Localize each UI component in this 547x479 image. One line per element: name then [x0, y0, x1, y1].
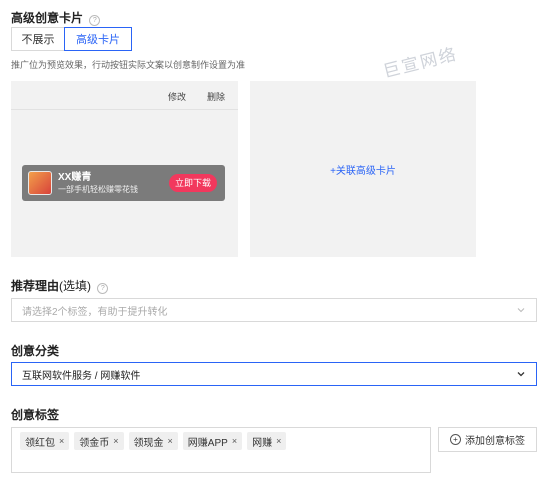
category-select[interactable]: 互联网软件服务 / 网赚软件: [11, 362, 537, 386]
link-advanced-card-button[interactable]: +关联高级卡片: [330, 162, 396, 177]
chevron-down-icon: [517, 308, 525, 313]
tag-item: 领红包 ×: [20, 432, 70, 450]
creative-tags-title: 创意标签: [11, 408, 60, 422]
add-creative-tag-button[interactable]: + 添加创意标签: [438, 427, 537, 452]
tag-label: 领红包: [25, 437, 55, 449]
add-creative-tag-label: 添加创意标签: [465, 436, 525, 447]
tag-label: 领现金: [133, 437, 164, 449]
close-icon[interactable]: ×: [59, 436, 64, 446]
close-icon[interactable]: ×: [232, 436, 237, 446]
advanced-card-title-text: 高级创意卡片: [11, 11, 84, 25]
option-advanced-card-button[interactable]: 高级卡片: [64, 27, 132, 51]
category-title: 创意分类: [11, 344, 60, 358]
recommend-reason-placeholder: 请选择2个标签，有助于提升转化: [22, 306, 168, 318]
chevron-down-icon: [517, 372, 525, 377]
ad-subtitle: 一部手机轻松赚零花钱: [58, 184, 138, 194]
recommend-reason-title-text: 推荐理由: [11, 279, 60, 293]
app-icon: [28, 171, 52, 195]
tag-label: 网赚: [252, 437, 273, 449]
tag-item: 网赚 ×: [247, 432, 287, 450]
link-advanced-card-area[interactable]: +关联高级卡片: [250, 81, 476, 257]
edit-card-link[interactable]: 修改: [168, 90, 186, 103]
download-now-button: 立即下载: [168, 174, 217, 192]
close-icon[interactable]: ×: [113, 436, 118, 446]
help-icon[interactable]: ?: [97, 283, 109, 294]
optional-label: (选填): [59, 279, 92, 293]
preview-divider: [11, 109, 238, 110]
close-icon[interactable]: ×: [276, 436, 281, 446]
tag-item: 领现金 ×: [128, 432, 178, 450]
watermark-text: 巨宣网络: [381, 44, 460, 82]
category-value: 互联网软件服务 / 网赚软件: [22, 370, 141, 382]
tag-item: 领金币 ×: [74, 432, 124, 450]
ad-title: XX赚青: [58, 171, 92, 183]
preview-hint: 推广位为预览效果，行动按钮实际文案以创意制作设置为准: [11, 60, 246, 70]
ad-texts: XX赚青 一部手机轻松赚零花钱: [58, 172, 138, 195]
delete-card-link[interactable]: 删除: [207, 90, 225, 103]
tag-list: 领红包 × 领金币 × 领现金 × 网赚APP × 网赚 ×: [20, 432, 291, 450]
recommend-reason-title: 推荐理由(选填) ?: [11, 277, 109, 294]
card-preview: 修改 删除 XX赚青 一部手机轻松赚零花钱 立即下载: [11, 81, 238, 257]
tag-label: 网赚APP: [187, 437, 228, 449]
recommend-reason-select[interactable]: 请选择2个标签，有助于提升转化: [11, 298, 537, 322]
help-icon[interactable]: ?: [89, 15, 101, 26]
advanced-card-title: 高级创意卡片 ?: [11, 9, 101, 26]
ad-banner: XX赚青 一部手机轻松赚零花钱 立即下载: [22, 165, 225, 201]
creative-tags-input[interactable]: 领红包 × 领金币 × 领现金 × 网赚APP × 网赚 ×: [11, 427, 431, 473]
close-icon[interactable]: ×: [168, 436, 173, 446]
tag-label: 领金币: [79, 437, 110, 449]
tag-item: 网赚APP ×: [182, 432, 243, 450]
option-hide-button[interactable]: 不展示: [11, 27, 65, 51]
plus-circle-icon: +: [450, 434, 461, 445]
